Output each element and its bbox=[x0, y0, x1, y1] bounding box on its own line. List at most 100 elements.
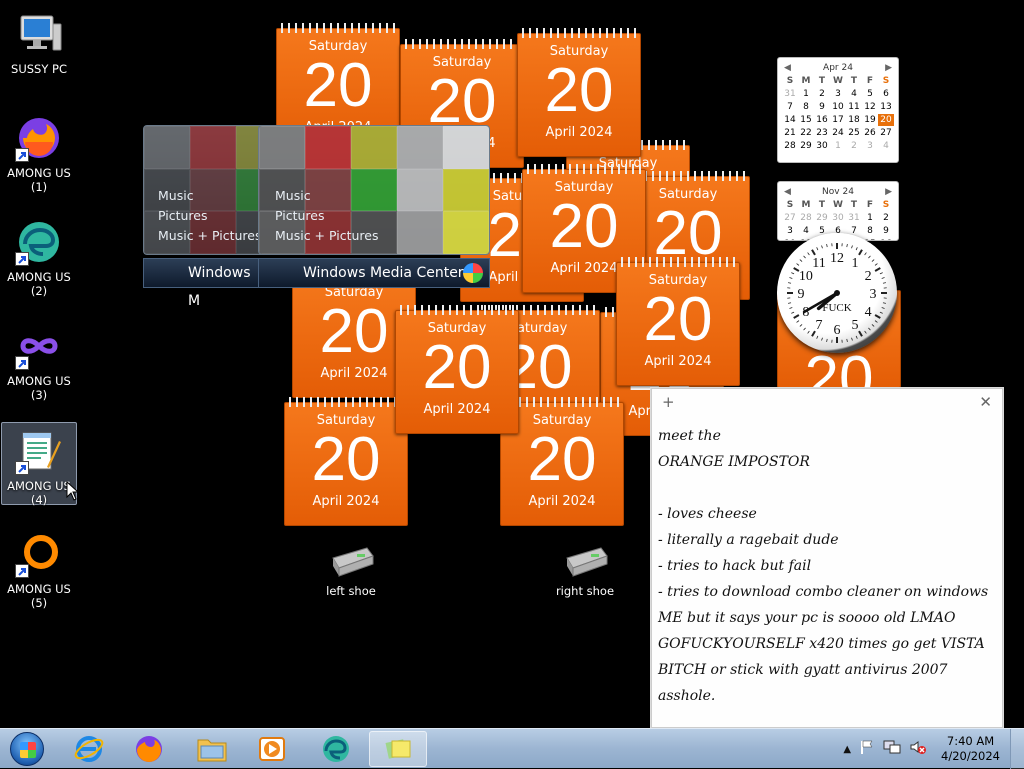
media-item-music-pictures[interactable]: Music + Pictures bbox=[275, 226, 379, 246]
taskbar-edge[interactable] bbox=[307, 731, 365, 767]
calendar-day[interactable]: 15 bbox=[798, 114, 814, 126]
calendar-day[interactable]: 27 bbox=[878, 127, 894, 139]
start-button[interactable] bbox=[0, 731, 54, 767]
mini-calendar-april[interactable]: ◀Apr 24▶ SMTWTFS311234567891011121314151… bbox=[777, 57, 899, 163]
calendar-day[interactable]: 11 bbox=[846, 101, 862, 113]
desktop[interactable]: SUSSY PC AMONG US (1) AMONG US (2) AMONG… bbox=[0, 0, 1024, 728]
desktop-icon-among-us-2[interactable]: AMONG US (2) bbox=[1, 214, 77, 298]
calendar-day[interactable]: 5 bbox=[862, 88, 878, 100]
calendar-day[interactable]: 1 bbox=[830, 140, 846, 152]
calendar-gadget[interactable]: Saturday20April 2024 bbox=[395, 310, 519, 434]
mini-calendar-november[interactable]: ◀Nov 24▶ SMTWTFS272829303112345678910111… bbox=[777, 181, 899, 241]
volume-muted-icon[interactable] bbox=[909, 739, 927, 759]
clock-tick bbox=[822, 338, 823, 341]
calendar-day[interactable]: 29 bbox=[798, 140, 814, 152]
calendar-day[interactable]: 2 bbox=[814, 88, 830, 100]
taskbar-internet-explorer[interactable] bbox=[60, 731, 118, 767]
calendar-day[interactable]: 24 bbox=[830, 127, 846, 139]
taskbar-file-explorer[interactable] bbox=[183, 731, 241, 767]
shortcut-arrow-icon bbox=[15, 564, 29, 578]
calendar-day[interactable]: 31 bbox=[846, 212, 862, 224]
calendar-day[interactable]: 12 bbox=[862, 101, 878, 113]
drive-left-shoe[interactable]: left shoe bbox=[306, 536, 396, 598]
calendar-day[interactable]: 27 bbox=[782, 212, 798, 224]
clock-tick bbox=[797, 321, 799, 323]
calendar-day[interactable]: 1 bbox=[862, 212, 878, 224]
clock-tick bbox=[875, 321, 877, 323]
calendar-day[interactable]: 4 bbox=[878, 140, 894, 152]
calendar-day[interactable]: 25 bbox=[846, 127, 862, 139]
internet-explorer-icon bbox=[74, 734, 104, 764]
media-item-pictures[interactable]: Pictures bbox=[158, 206, 262, 226]
calendar-day[interactable]: 28 bbox=[782, 140, 798, 152]
action-center-flag-icon[interactable] bbox=[859, 739, 875, 759]
clock-tick bbox=[822, 245, 823, 248]
prev-month-icon[interactable]: ◀ bbox=[784, 63, 791, 73]
calendar-day[interactable]: 23 bbox=[814, 127, 830, 139]
add-note-button[interactable]: + bbox=[662, 393, 675, 411]
desktop-icon-among-us-3[interactable]: AMONG US (3) bbox=[1, 318, 77, 402]
desktop-icon-among-us-1[interactable]: AMONG US (1) bbox=[1, 110, 77, 194]
clock-tick bbox=[880, 273, 883, 274]
edge-icon bbox=[15, 218, 63, 266]
calendar-day[interactable]: 17 bbox=[830, 114, 846, 126]
calendar-day[interactable]: 16 bbox=[814, 114, 830, 126]
calendar-day[interactable]: 14 bbox=[782, 114, 798, 126]
calendar-gadget[interactable]: Saturday20April 2024 bbox=[517, 33, 641, 157]
calendar-day[interactable]: 9 bbox=[814, 101, 830, 113]
clock-tick bbox=[852, 245, 853, 248]
calendar-gadget[interactable]: Saturday20April 2024 bbox=[616, 262, 740, 386]
calendar-day[interactable]: 10 bbox=[830, 101, 846, 113]
media-center-gadget[interactable]: Music Pictures Music + Pictures bbox=[258, 125, 490, 255]
show-hidden-icons-button[interactable]: ▲ bbox=[843, 744, 851, 755]
calendar-day[interactable]: 26 bbox=[862, 127, 878, 139]
next-month-icon[interactable]: ▶ bbox=[885, 187, 892, 197]
calendar-day[interactable]: 3 bbox=[830, 88, 846, 100]
calendar-day[interactable]: 4 bbox=[846, 88, 862, 100]
calendar-day[interactable]: 2 bbox=[878, 212, 894, 224]
taskbar-media-player[interactable] bbox=[243, 731, 301, 767]
desktop-icon-among-us-5[interactable]: AMONG US (5) bbox=[1, 526, 77, 610]
media-item-music[interactable]: Music bbox=[275, 186, 379, 206]
clock-tick bbox=[875, 268, 880, 271]
calendar-day[interactable]: 6 bbox=[878, 88, 894, 100]
calendar-day[interactable]: 29 bbox=[814, 212, 830, 224]
calendar-day[interactable]: 20 bbox=[878, 114, 894, 126]
calendar-day[interactable]: 18 bbox=[846, 114, 862, 126]
calendar-day[interactable]: 2 bbox=[846, 140, 862, 152]
desktop-icon-sussy-pc[interactable]: SUSSY PC bbox=[1, 6, 77, 76]
calendar-day[interactable]: 31 bbox=[782, 88, 798, 100]
sticky-note-text[interactable]: meet the ORANGE IMPOSTOR - loves cheese … bbox=[652, 415, 1002, 717]
calendar-day[interactable]: 7 bbox=[782, 101, 798, 113]
clock-tick bbox=[859, 250, 862, 255]
prev-month-icon[interactable]: ◀ bbox=[784, 187, 791, 197]
taskbar-firefox[interactable] bbox=[120, 731, 178, 767]
media-item-pictures[interactable]: Pictures bbox=[275, 206, 379, 226]
calendar-day[interactable]: 3 bbox=[862, 140, 878, 152]
desktop-icon-label: AMONG US (1) bbox=[1, 166, 77, 194]
calendar-day[interactable]: 30 bbox=[830, 212, 846, 224]
media-item-music[interactable]: Music bbox=[158, 186, 262, 206]
clock-tick bbox=[788, 283, 791, 284]
next-month-icon[interactable]: ▶ bbox=[885, 63, 892, 73]
calendar-day[interactable]: 1 bbox=[798, 88, 814, 100]
show-desktop-button[interactable] bbox=[1010, 729, 1024, 769]
calendar-day[interactable]: 13 bbox=[878, 101, 894, 113]
calendar-day[interactable]: 28 bbox=[798, 212, 814, 224]
close-note-button[interactable]: ✕ bbox=[979, 393, 992, 411]
calendar-day[interactable]: 8 bbox=[798, 101, 814, 113]
calendar-gadget[interactable]: Saturday20April 2024 bbox=[284, 402, 408, 526]
drive-right-shoe[interactable]: right shoe bbox=[540, 536, 630, 598]
calendar-day[interactable]: 21 bbox=[782, 127, 798, 139]
clock-gadget[interactable]: 121234567891011FUCK bbox=[777, 233, 897, 353]
taskbar-sticky-notes[interactable] bbox=[369, 731, 427, 767]
taskbar-clock[interactable]: 7:40 AM 4/20/2024 bbox=[941, 734, 1000, 764]
clock-tick bbox=[872, 260, 874, 262]
calendar-day[interactable]: 30 bbox=[814, 140, 830, 152]
calendar-day[interactable]: 19 bbox=[862, 114, 878, 126]
sticky-note[interactable]: + ✕ meet the ORANGE IMPOSTOR - loves che… bbox=[651, 388, 1003, 728]
clock-number: 7 bbox=[816, 318, 823, 333]
media-item-music-pictures[interactable]: Music + Pictures bbox=[158, 226, 262, 246]
network-icon[interactable] bbox=[883, 739, 901, 759]
calendar-day[interactable]: 22 bbox=[798, 127, 814, 139]
